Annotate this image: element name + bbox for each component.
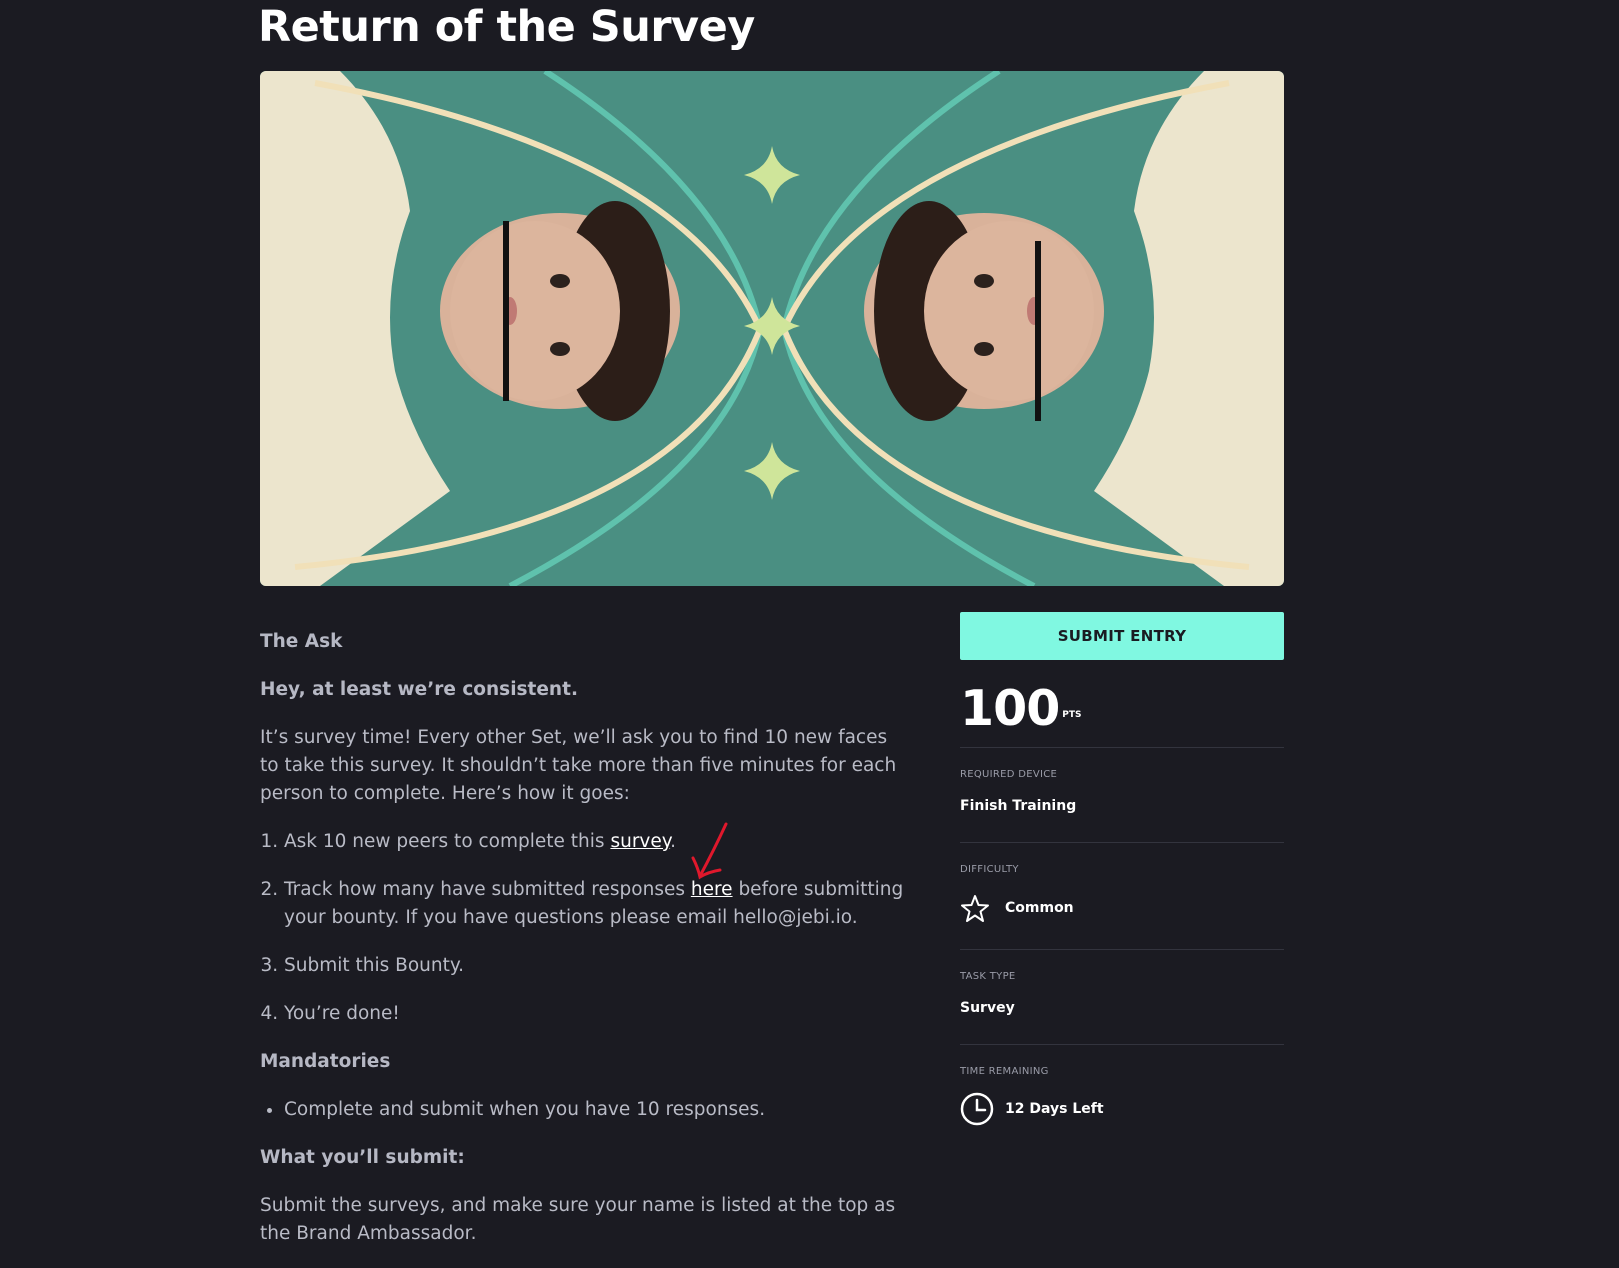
tagline: Hey, at least we’re consistent. — [260, 679, 578, 700]
list-item: You’re done! — [284, 1000, 910, 1028]
annotation-arrow-icon — [691, 822, 728, 880]
required-device-label: REQUIRED DEVICE — [960, 769, 1058, 780]
submit-entry-button[interactable]: SUBMIT ENTRY — [960, 612, 1284, 660]
steps-list: Ask 10 new peers to complete this survey… — [260, 828, 910, 1028]
page-title: Return of the Survey — [258, 2, 755, 52]
divider — [960, 747, 1284, 748]
points: 100 PTS — [960, 684, 1082, 744]
the-ask-heading: The Ask — [260, 631, 343, 652]
step-text: Ask 10 new peers to complete this — [284, 831, 611, 852]
required-device-value: Finish Training — [960, 798, 1077, 814]
difficulty-label: DIFFICULTY — [960, 864, 1019, 875]
submission-text: Submit the surveys, and make sure your n… — [260, 1195, 896, 1244]
intro-paragraph: It’s survey time! Every other Set, we’ll… — [260, 727, 897, 804]
list-item: Submit this Bounty. — [284, 952, 910, 980]
difficulty-value: Common — [1005, 900, 1074, 916]
task-type-value: Survey — [960, 1000, 1015, 1016]
list-item: Track how many have submitted responses … — [284, 876, 910, 932]
hero-image — [260, 71, 1284, 586]
list-item: Ask 10 new peers to complete this survey… — [284, 828, 910, 856]
submission-heading: What you’ll submit: — [260, 1147, 465, 1168]
divider — [960, 842, 1284, 843]
step-text: . — [670, 831, 676, 852]
survey-link[interactable]: survey — [610, 831, 670, 852]
divider — [960, 1044, 1284, 1045]
bounty-description: The Ask Hey, at least we’re consistent. … — [260, 628, 910, 1248]
star-outline-icon — [961, 895, 989, 922]
list-item: Complete and submit when you have 10 res… — [284, 1096, 910, 1124]
points-value: 100 — [960, 680, 1060, 737]
responses-link[interactable]: here — [691, 879, 733, 900]
mandatories-list: Complete and submit when you have 10 res… — [260, 1096, 910, 1124]
task-type-label: TASK TYPE — [960, 971, 1016, 982]
hero-illustration — [260, 71, 1284, 586]
points-unit: PTS — [1062, 710, 1082, 720]
bounty-sidebar: SUBMIT ENTRY 100 PTS REQUIRED DEVICE Fin… — [960, 612, 1284, 1126]
time-remaining-value: 12 Days Left — [1005, 1101, 1104, 1117]
clock-icon — [960, 1092, 994, 1126]
time-remaining-label: TIME REMAINING — [960, 1066, 1049, 1077]
divider — [960, 949, 1284, 950]
mandatories-heading: Mandatories — [260, 1051, 391, 1072]
step-text: Track how many have submitted responses — [284, 879, 691, 900]
